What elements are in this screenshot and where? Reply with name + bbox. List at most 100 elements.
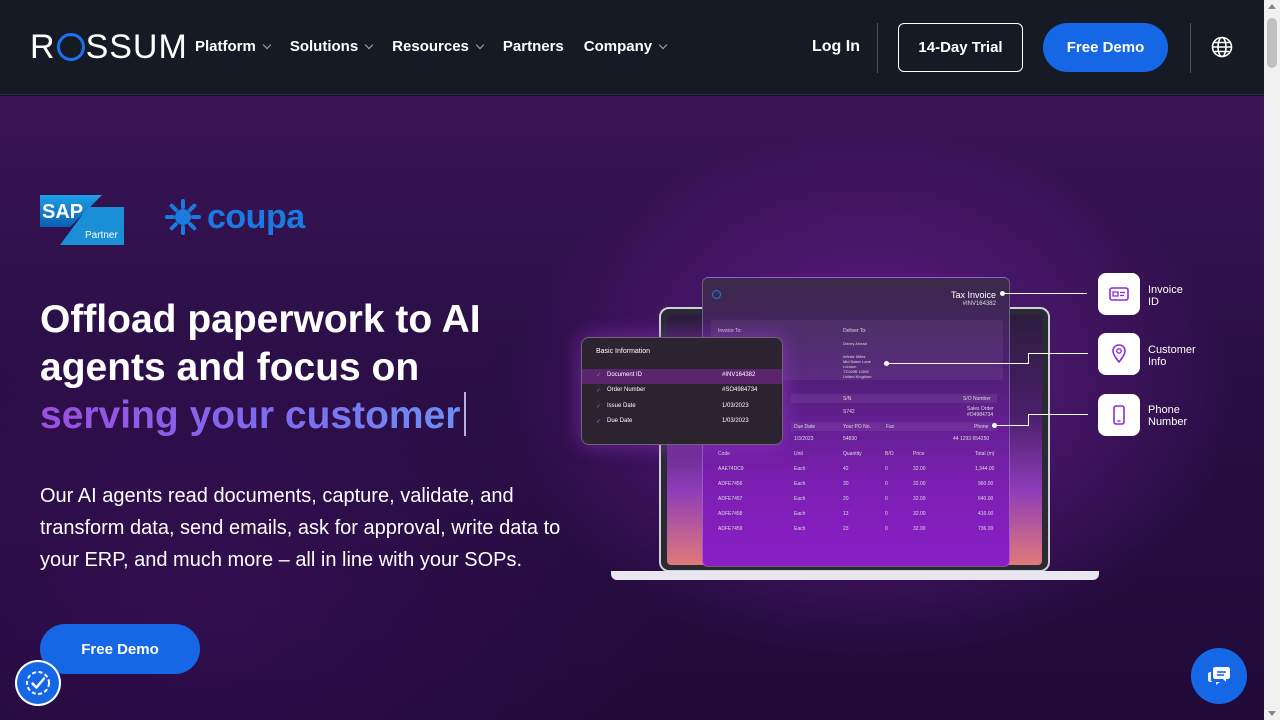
phone-value: 44 1293 654250 xyxy=(953,436,990,442)
basic-info-value: #SO4984734 xyxy=(722,387,758,393)
so-label: S/O Number xyxy=(963,396,991,402)
nav-platform[interactable]: Platform xyxy=(195,38,272,55)
basic-info-label: Due Date xyxy=(607,418,633,424)
site-header: R SSUM Platform Solutions Resources Partn… xyxy=(0,0,1264,95)
sap-partner-badge: SAP Partner xyxy=(40,195,124,245)
invoice-number: #INV164382 xyxy=(962,301,996,307)
sap-text: SAP xyxy=(42,201,83,223)
table-cell: 42 xyxy=(843,466,849,472)
login-link[interactable]: Log In xyxy=(812,38,860,56)
basic-info-row: ✓ Issue Date 1/03/2023 xyxy=(582,400,782,415)
nav-solutions[interactable]: Solutions xyxy=(290,38,374,55)
page-scrollbar[interactable] xyxy=(1264,0,1280,720)
check-icon: ✓ xyxy=(596,404,602,410)
divider xyxy=(1190,23,1191,73)
nav-partners[interactable]: Partners xyxy=(503,38,564,55)
chevron-down-icon xyxy=(262,40,272,49)
table-cell: 0 xyxy=(885,496,888,502)
laptop-base xyxy=(611,571,1099,580)
logo-letter-r: R xyxy=(30,27,56,66)
deliver-name: Drivey Ahead xyxy=(843,341,867,346)
trial-button[interactable]: 14-Day Trial xyxy=(898,23,1023,72)
invoice-id-label: Invoice ID xyxy=(1148,284,1183,308)
table-cell: ADFE7459 xyxy=(718,526,743,532)
table-cell: 30 xyxy=(843,481,849,487)
chip-label-line: ID xyxy=(1148,296,1159,308)
connector-line xyxy=(1028,353,1088,354)
divider xyxy=(877,23,878,73)
phone-label: Phone xyxy=(974,424,989,430)
id-card-icon xyxy=(1109,287,1129,301)
nav-company-label: Company xyxy=(583,38,653,55)
scrollbar-thumb[interactable] xyxy=(1267,18,1277,68)
headline-line-1: Offload paperwork to AI xyxy=(40,298,481,341)
basic-info-value: 1/03/2023 xyxy=(722,403,749,409)
table-cell: 640.00 xyxy=(978,496,994,502)
customer-info-label: Customer Info xyxy=(1148,344,1196,368)
invoice-title: Tax Invoice xyxy=(950,290,996,300)
table-cell: 32.00 xyxy=(913,511,926,517)
table-cell: Each xyxy=(794,481,806,487)
nav-resources[interactable]: Resources xyxy=(392,38,485,55)
chip-label-line: Invoice xyxy=(1148,284,1183,296)
coupa-logo: coupa xyxy=(163,197,305,237)
coupa-wordmark: coupa xyxy=(207,197,305,236)
hero-demo-button[interactable]: Free Demo xyxy=(40,624,200,674)
fax-label: Fax xyxy=(886,424,895,430)
headline-line-2: agents and focus on xyxy=(40,346,420,389)
table-cell: 0 xyxy=(885,466,888,472)
table-cell: Each xyxy=(794,496,806,502)
basic-info-title: Basic Information xyxy=(596,348,651,355)
table-cell: ADFE7458 xyxy=(718,511,743,517)
sap-partner-text: Partner xyxy=(85,230,118,241)
chevron-down-icon xyxy=(658,40,668,49)
deliver-to-label: Deliver To: xyxy=(843,328,867,334)
scroll-down-arrow-icon[interactable] xyxy=(1268,711,1276,716)
table-cell: 1,344.00 xyxy=(975,466,995,472)
table-header: Price xyxy=(913,451,925,457)
table-cell: 960.00 xyxy=(978,481,994,487)
rossum-dot-icon xyxy=(712,290,721,299)
basic-info-row: ✓ Due Date 1/03/2023 xyxy=(582,415,782,430)
chat-bubbles-icon xyxy=(1208,667,1230,685)
nav-company[interactable]: Company xyxy=(583,38,668,55)
nav-resources-label: Resources xyxy=(392,38,469,55)
connector-line xyxy=(996,425,1028,426)
due-date-label: Due Date xyxy=(794,424,816,430)
chip-label-line: Phone xyxy=(1148,404,1180,416)
address-line: United Kingdom xyxy=(843,374,872,379)
main-nav: Platform Solutions Resources Partners Co… xyxy=(195,38,668,55)
chat-button[interactable] xyxy=(1191,648,1247,704)
basic-info-card: Basic Information ✓ Document ID #INV1643… xyxy=(581,337,783,445)
table-cell: 32.00 xyxy=(913,466,926,472)
accessibility-button[interactable] xyxy=(15,660,61,706)
check-icon: ✓ xyxy=(596,373,602,379)
header-demo-button[interactable]: Free Demo xyxy=(1043,23,1168,72)
table-cell: 736.00 xyxy=(978,526,994,532)
po-value: 54830 xyxy=(843,436,857,442)
invoice-id-chip xyxy=(1098,273,1140,315)
hero-subtext: Our AI agents read documents, capture, v… xyxy=(40,485,561,571)
hero-headline: Offload paperwork to AI agents and focus… xyxy=(40,296,600,440)
table-cell: ADFE7456 xyxy=(718,481,743,487)
connector-line xyxy=(888,363,1028,364)
invoice-to-label: Invoice To: xyxy=(718,328,742,334)
globe-icon[interactable] xyxy=(1211,36,1233,58)
scroll-up-arrow-icon[interactable] xyxy=(1268,4,1276,9)
typing-cursor xyxy=(464,392,467,436)
table-cell: 416.00 xyxy=(978,511,994,517)
basic-info-label: Document ID xyxy=(607,372,643,378)
table-cell: 0 xyxy=(885,526,888,532)
table-header: Code xyxy=(718,451,730,457)
table-cell: Each xyxy=(794,526,806,532)
table-cell: 0 xyxy=(885,511,888,517)
accessibility-check-icon xyxy=(26,671,50,695)
logo-letters: SSUM xyxy=(85,27,188,66)
table-cell: 13 xyxy=(843,511,849,517)
sn-label: S/N xyxy=(843,396,852,402)
rossum-logo[interactable]: R SSUM xyxy=(30,27,188,66)
chevron-down-icon xyxy=(475,40,485,49)
sn-value: S742 xyxy=(843,409,855,415)
connector-line xyxy=(1028,353,1029,364)
connector-line xyxy=(1028,414,1088,415)
